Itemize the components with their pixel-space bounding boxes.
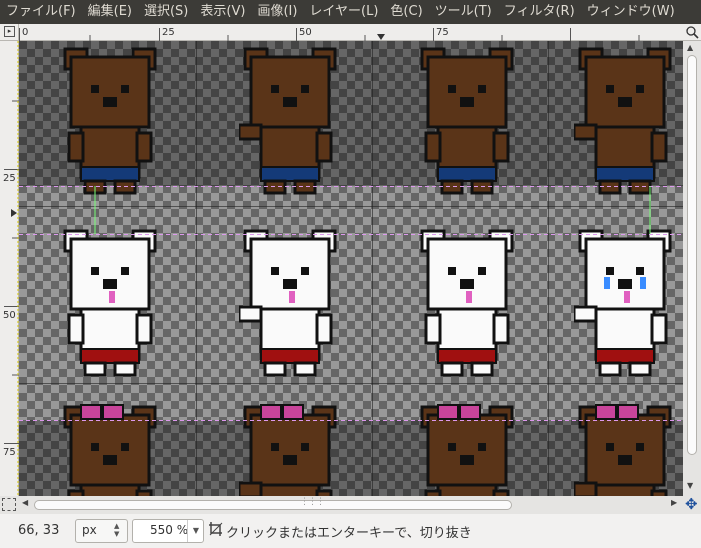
vertical-ruler-graphic: 25 50 75 bbox=[3, 41, 19, 496]
scroll-up-arrow-icon[interactable]: ▲ bbox=[687, 43, 693, 52]
scroll-right-arrow-icon[interactable]: ▶ bbox=[671, 498, 677, 507]
horizontal-ruler[interactable]: 0 25 50 75 bbox=[19, 24, 683, 41]
menu-colors[interactable]: 色(C) bbox=[384, 0, 428, 24]
zoom-dropdown-arrow-icon[interactable]: ▼ bbox=[187, 520, 204, 542]
scroll-left-arrow-icon[interactable]: ◀ bbox=[22, 498, 28, 507]
menu-file[interactable]: ファイル(F) bbox=[0, 0, 82, 24]
scroll-grip-icon: ⋮⋮⋮ bbox=[300, 497, 325, 507]
crop-rectangle[interactable] bbox=[19, 41, 683, 496]
menu-filters[interactable]: フィルタ(R) bbox=[498, 0, 581, 24]
crop-tool-icon bbox=[209, 522, 223, 536]
canvas-corner-menu-icon: ▸ bbox=[4, 26, 15, 37]
menu-bar: ファイル(F) 編集(E) 選択(S) 表示(V) 画像(I) レイヤー(L) 色(C) ツー… bbox=[0, 0, 701, 24]
menu-tools[interactable]: ツール(T) bbox=[429, 0, 498, 24]
pointer-coordinates: 66, 33 bbox=[18, 523, 60, 538]
zoom-follow-icon[interactable] bbox=[683, 24, 701, 41]
pointer-position-marker-v-icon bbox=[11, 209, 17, 217]
pointer-position-marker-icon bbox=[377, 34, 385, 40]
menu-windows[interactable]: ウィンドウ(W) bbox=[581, 0, 681, 24]
h-ruler-label-50: 50 bbox=[299, 27, 312, 38]
status-bar: 66, 33 px ▲ ▼ 550 % ▼ クリックまたはエンターキーで、切り抜き bbox=[0, 514, 701, 548]
horizontal-ruler-graphic: 0 25 50 75 bbox=[19, 27, 640, 41]
menu-view[interactable]: 表示(V) bbox=[194, 0, 251, 24]
horizontal-scrollbar[interactable]: ◀ ⋮⋮⋮ ▶ ✥ bbox=[0, 495, 701, 514]
vertical-scrollbar[interactable]: ▲ ▼ bbox=[683, 41, 701, 496]
h-ruler-label-0: 0 bbox=[22, 27, 28, 38]
unit-value: px bbox=[82, 523, 97, 537]
menu-select[interactable]: 選択(S) bbox=[138, 0, 194, 24]
horizontal-scroll-thumb[interactable]: ⋮⋮⋮ bbox=[34, 497, 512, 510]
zoom-selector[interactable]: 550 % ▼ bbox=[132, 519, 204, 543]
vertical-ruler[interactable]: 25 50 75 bbox=[0, 41, 19, 496]
status-message: クリックまたはエンターキーで、切り抜き bbox=[226, 526, 472, 541]
menu-edit[interactable]: 編集(E) bbox=[82, 0, 138, 24]
menu-layer[interactable]: レイヤー(L) bbox=[303, 0, 384, 24]
v-ruler-label-25: 25 bbox=[3, 173, 16, 184]
image-canvas[interactable] bbox=[19, 41, 683, 496]
unit-selector[interactable]: px ▲ ▼ bbox=[75, 519, 128, 543]
scroll-down-arrow-icon[interactable]: ▼ bbox=[687, 481, 693, 490]
menu-image[interactable]: 画像(I) bbox=[251, 0, 303, 24]
navigate-icon[interactable]: ✥ bbox=[685, 495, 698, 513]
canvas-corner-menu[interactable]: ▸ bbox=[0, 24, 19, 41]
v-ruler-label-75: 75 bbox=[3, 447, 16, 458]
h-ruler-label-25: 25 bbox=[162, 27, 175, 38]
zoom-value[interactable]: 550 % bbox=[150, 523, 188, 537]
magnifier-icon bbox=[686, 26, 699, 39]
up-down-arrows-icon: ▲ ▼ bbox=[114, 522, 120, 538]
quick-mask-icon[interactable] bbox=[2, 498, 16, 511]
v-ruler-label-50: 50 bbox=[3, 310, 16, 321]
h-ruler-label-75: 75 bbox=[436, 27, 449, 38]
vertical-scroll-thumb[interactable] bbox=[687, 55, 697, 455]
